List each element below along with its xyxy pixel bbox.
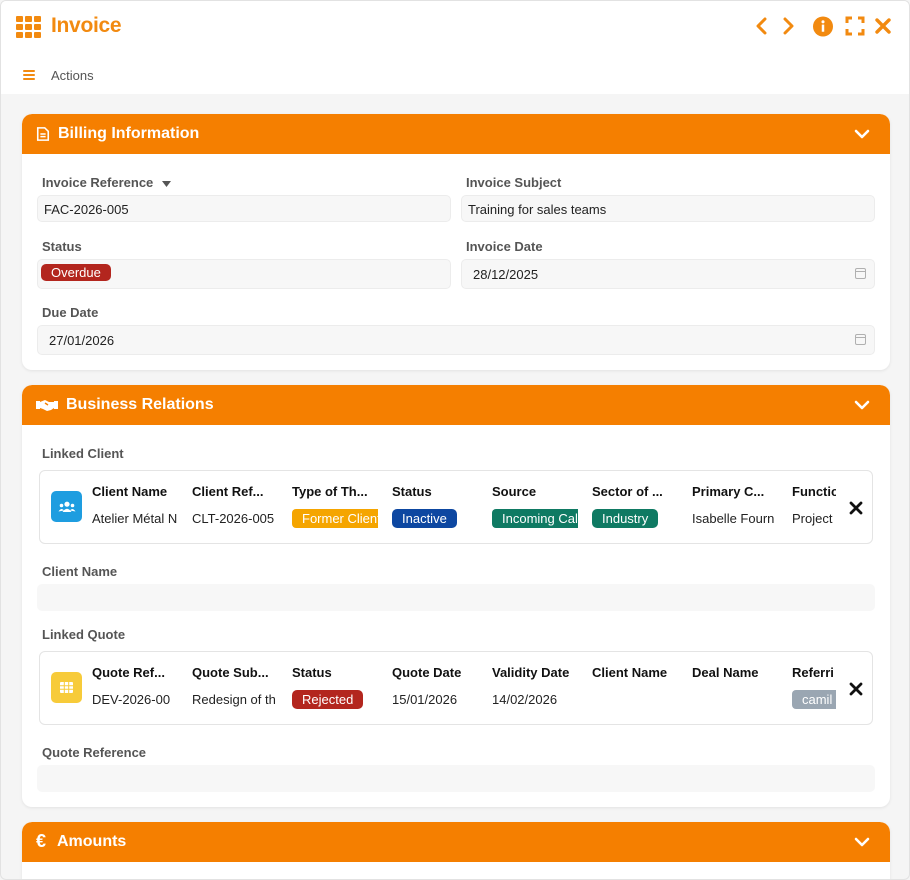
billing-information-section: Billing Information Invoice Reference FA… <box>22 114 890 370</box>
fullscreen-button[interactable] <box>845 15 865 37</box>
client-name-field[interactable] <box>37 584 875 611</box>
euro-icon: € <box>36 831 47 851</box>
invoice-date-label: Invoice Date <box>466 239 543 254</box>
billing-information-header[interactable]: Billing Information <box>22 114 890 154</box>
invoice-date-field[interactable]: 28/12/2025 <box>461 259 875 289</box>
expand-icon <box>845 16 865 36</box>
action-bar: Actions <box>1 56 909 94</box>
column-header: Source <box>492 484 537 499</box>
chevron-left-icon <box>756 17 767 35</box>
column-header: Quote Sub... <box>192 665 269 680</box>
column-header: Status <box>292 665 332 680</box>
remove-quote-icon[interactable] <box>849 682 863 696</box>
column-header: Deal Name <box>692 665 759 680</box>
column-header: Type of Th... <box>292 484 368 499</box>
amounts-title: Amounts <box>57 833 127 850</box>
info-icon <box>813 16 833 36</box>
quote-subject-value: Redesign of th <box>192 692 276 707</box>
dropdown-caret-icon[interactable] <box>161 180 171 187</box>
menu-icon[interactable] <box>23 70 35 80</box>
quote-icon-box <box>51 672 82 703</box>
column-header: Sector of ... <box>592 484 663 499</box>
actions-menu[interactable]: Actions <box>51 68 94 83</box>
handshake-icon <box>36 400 58 411</box>
invoice-window: Invoice Actions Billing Information Invo… <box>0 0 910 880</box>
status-badge: Overdue <box>41 264 111 281</box>
due-date-label: Due Date <box>42 305 99 320</box>
business-relations-header[interactable]: Business Relations <box>22 385 890 425</box>
calendar-icon[interactable] <box>855 334 866 345</box>
chevron-down-icon[interactable] <box>854 398 870 412</box>
invoice-reference-field[interactable]: FAC-2026-005 <box>37 195 451 222</box>
column-header: Client Ref... <box>192 484 264 499</box>
amounts-section: € Amounts <box>22 822 890 879</box>
quote-status-badge: Rejected <box>292 690 364 709</box>
quote-reference-field[interactable] <box>37 765 875 792</box>
column-header: Primary C... <box>692 484 765 499</box>
close-button[interactable] <box>873 15 893 37</box>
remove-client-icon[interactable] <box>849 501 863 515</box>
client-status-badge: Inactive <box>392 509 457 528</box>
column-header: Validity Date <box>492 665 570 680</box>
table-icon <box>60 682 73 693</box>
linked-client-record[interactable]: Client Name Atelier Métal N Client Ref..… <box>39 470 873 544</box>
chevron-right-icon <box>783 17 794 35</box>
linked-quote-record[interactable]: Quote Ref... DEV-2026-00 Quote Sub... Re… <box>39 651 873 725</box>
invoice-subject-field[interactable]: Training for sales teams <box>461 195 875 222</box>
next-record-button[interactable] <box>779 15 799 37</box>
amounts-header[interactable]: € Amounts <box>22 822 890 862</box>
business-relations-title: Business Relations <box>66 396 214 413</box>
client-ref-value: CLT-2026-005 <box>192 511 275 526</box>
close-icon <box>875 18 891 34</box>
column-header: Quote Date <box>392 665 462 680</box>
quote-ref-value: DEV-2026-00 <box>92 692 171 707</box>
calendar-icon[interactable] <box>855 268 866 279</box>
column-header: Referri <box>792 665 834 680</box>
column-header: Client Name <box>92 484 168 499</box>
previous-record-button[interactable] <box>751 15 771 37</box>
client-name-label: Client Name <box>42 564 118 579</box>
users-icon <box>58 501 75 512</box>
billing-information-title: Billing Information <box>58 125 200 142</box>
linked-quote-label: Linked Quote <box>42 627 126 642</box>
primary-contact-value: Isabelle Fourn <box>692 511 775 526</box>
column-header: Functio <box>792 484 836 499</box>
column-header: Quote Ref... <box>92 665 165 680</box>
client-sector-badge: Industry <box>592 509 659 528</box>
quote-reference-label: Quote Reference <box>42 745 147 760</box>
referrer-badge: camil <box>792 690 836 709</box>
client-name-value: Atelier Métal N <box>92 511 178 526</box>
validity-date-value: 14/02/2026 <box>492 692 558 707</box>
column-header: Client Name <box>592 665 668 680</box>
invoice-reference-label: Invoice Reference <box>42 175 171 190</box>
status-label: Status <box>42 239 82 254</box>
title-bar: Invoice <box>1 1 909 56</box>
client-icon-box <box>51 491 82 522</box>
status-field[interactable]: Overdue <box>37 259 451 289</box>
client-type-badge: Former Client <box>292 509 378 528</box>
window-title: Invoice <box>51 14 122 37</box>
document-icon <box>36 127 50 141</box>
function-value: Project <box>792 511 833 526</box>
invoice-subject-label: Invoice Subject <box>466 175 562 190</box>
info-button[interactable] <box>813 15 833 37</box>
linked-client-label: Linked Client <box>42 446 124 461</box>
business-relations-section: Business Relations Linked Client Client … <box>22 385 890 807</box>
chevron-down-icon[interactable] <box>854 835 870 849</box>
quote-date-value: 15/01/2026 <box>392 692 458 707</box>
due-date-field[interactable]: 27/01/2026 <box>37 325 875 355</box>
column-header: Status <box>392 484 432 499</box>
client-source-badge: Incoming Call <box>492 509 578 528</box>
chevron-down-icon[interactable] <box>854 127 870 141</box>
apps-grid-icon[interactable] <box>16 16 41 38</box>
